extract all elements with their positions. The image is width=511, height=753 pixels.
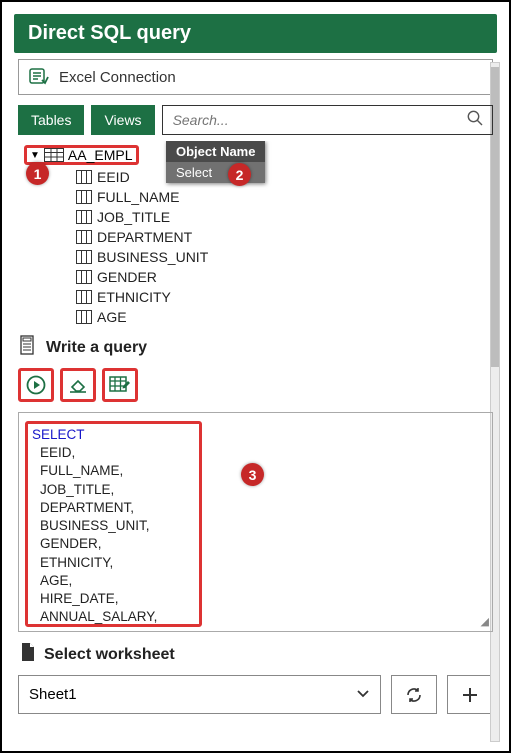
column-label: DEPARTMENT — [97, 229, 192, 245]
column-label: JOB_TITLE — [97, 209, 170, 225]
column-item[interactable]: EEID — [76, 167, 493, 187]
clear-query-button[interactable] — [60, 368, 96, 402]
sql-line: BUSINESS_UNIT, — [32, 517, 195, 535]
column-icon — [76, 230, 92, 244]
tables-tab[interactable]: Tables — [18, 105, 84, 135]
select-worksheet-label: Select worksheet — [44, 646, 175, 664]
refresh-button[interactable] — [391, 675, 437, 714]
sql-line: GENDER, — [32, 535, 195, 553]
sql-line: DEPARTMENT, — [32, 499, 195, 517]
column-icon — [76, 190, 92, 204]
page-title: Direct SQL query — [14, 14, 497, 53]
run-query-button[interactable] — [18, 368, 54, 402]
select-worksheet-title: Select worksheet — [20, 642, 491, 667]
sql-editor[interactable]: SELECT EEID, FULL_NAME, JOB_TITLE, DEPAR… — [18, 412, 493, 632]
sql-keyword: SELECT — [32, 427, 85, 442]
callout-badge-1: 1 — [26, 162, 49, 185]
connection-box: Excel Connection — [18, 59, 493, 95]
worksheet-icon — [20, 642, 36, 667]
sql-line: JOB_TITLE, — [32, 481, 195, 499]
context-menu-header: Object Name — [166, 141, 265, 162]
column-label: AGE — [97, 309, 127, 325]
connection-label: Excel Connection — [59, 69, 176, 86]
column-icon — [76, 290, 92, 304]
column-icon — [76, 310, 92, 324]
search-icon — [466, 109, 484, 132]
column-item[interactable]: BUSINESS_UNIT — [76, 247, 493, 267]
edit-table-button[interactable] — [102, 368, 138, 402]
column-label: EEID — [97, 169, 130, 185]
search-input[interactable] — [171, 106, 466, 134]
callout-badge-3: 3 — [241, 463, 264, 486]
sql-line: AGE, — [32, 572, 195, 590]
column-label: GENDER — [97, 269, 157, 285]
column-label: FULL_NAME — [97, 189, 179, 205]
views-tab[interactable]: Views — [91, 105, 154, 135]
column-item[interactable]: JOB_TITLE — [76, 207, 493, 227]
column-icon — [76, 270, 92, 284]
column-item[interactable]: GENDER — [76, 267, 493, 287]
search-input-wrap[interactable] — [162, 105, 493, 135]
write-query-label: Write a query — [46, 339, 147, 357]
column-label: BUSINESS_UNIT — [97, 249, 208, 265]
tree-root-label: AA_EMPL — [68, 147, 133, 163]
worksheet-selected: Sheet1 — [29, 686, 77, 703]
worksheet-dropdown[interactable]: Sheet1 — [18, 675, 381, 714]
sql-line: ANNUAL_SALARY, — [32, 608, 195, 626]
sql-line: EEID, — [32, 444, 195, 462]
column-icon — [76, 210, 92, 224]
object-tree: ▼ AA_EMPL Object Name Select 1 2 EEID FU… — [18, 141, 493, 331]
sql-line: HIRE_DATE, — [32, 590, 195, 608]
chevron-down-icon[interactable]: ▼ — [30, 150, 40, 161]
column-icon — [76, 250, 92, 264]
column-item[interactable]: ETHNICITY — [76, 287, 493, 307]
column-icon — [76, 170, 92, 184]
write-query-title: Write a query — [20, 335, 491, 360]
resize-handle-icon[interactable]: ◢ — [481, 615, 489, 628]
table-icon — [44, 148, 64, 162]
column-item[interactable]: AGE — [76, 307, 493, 327]
chevron-down-icon — [356, 686, 370, 703]
query-icon — [20, 335, 38, 360]
column-item[interactable]: DEPARTMENT — [76, 227, 493, 247]
column-item[interactable]: FULL_NAME — [76, 187, 493, 207]
callout-badge-2: 2 — [228, 163, 251, 186]
sql-text-highlight: SELECT EEID, FULL_NAME, JOB_TITLE, DEPAR… — [25, 421, 202, 627]
column-label: ETHNICITY — [97, 289, 171, 305]
connection-icon — [29, 68, 49, 86]
sql-line: FULL_NAME, — [32, 462, 195, 480]
sql-line: ETHNICITY, — [32, 554, 195, 572]
column-list: EEID FULL_NAME JOB_TITLE DEPARTMENT BUSI… — [76, 167, 493, 327]
add-button[interactable] — [447, 675, 493, 714]
sql-line: BONUS_PERCENT, — [32, 626, 195, 627]
